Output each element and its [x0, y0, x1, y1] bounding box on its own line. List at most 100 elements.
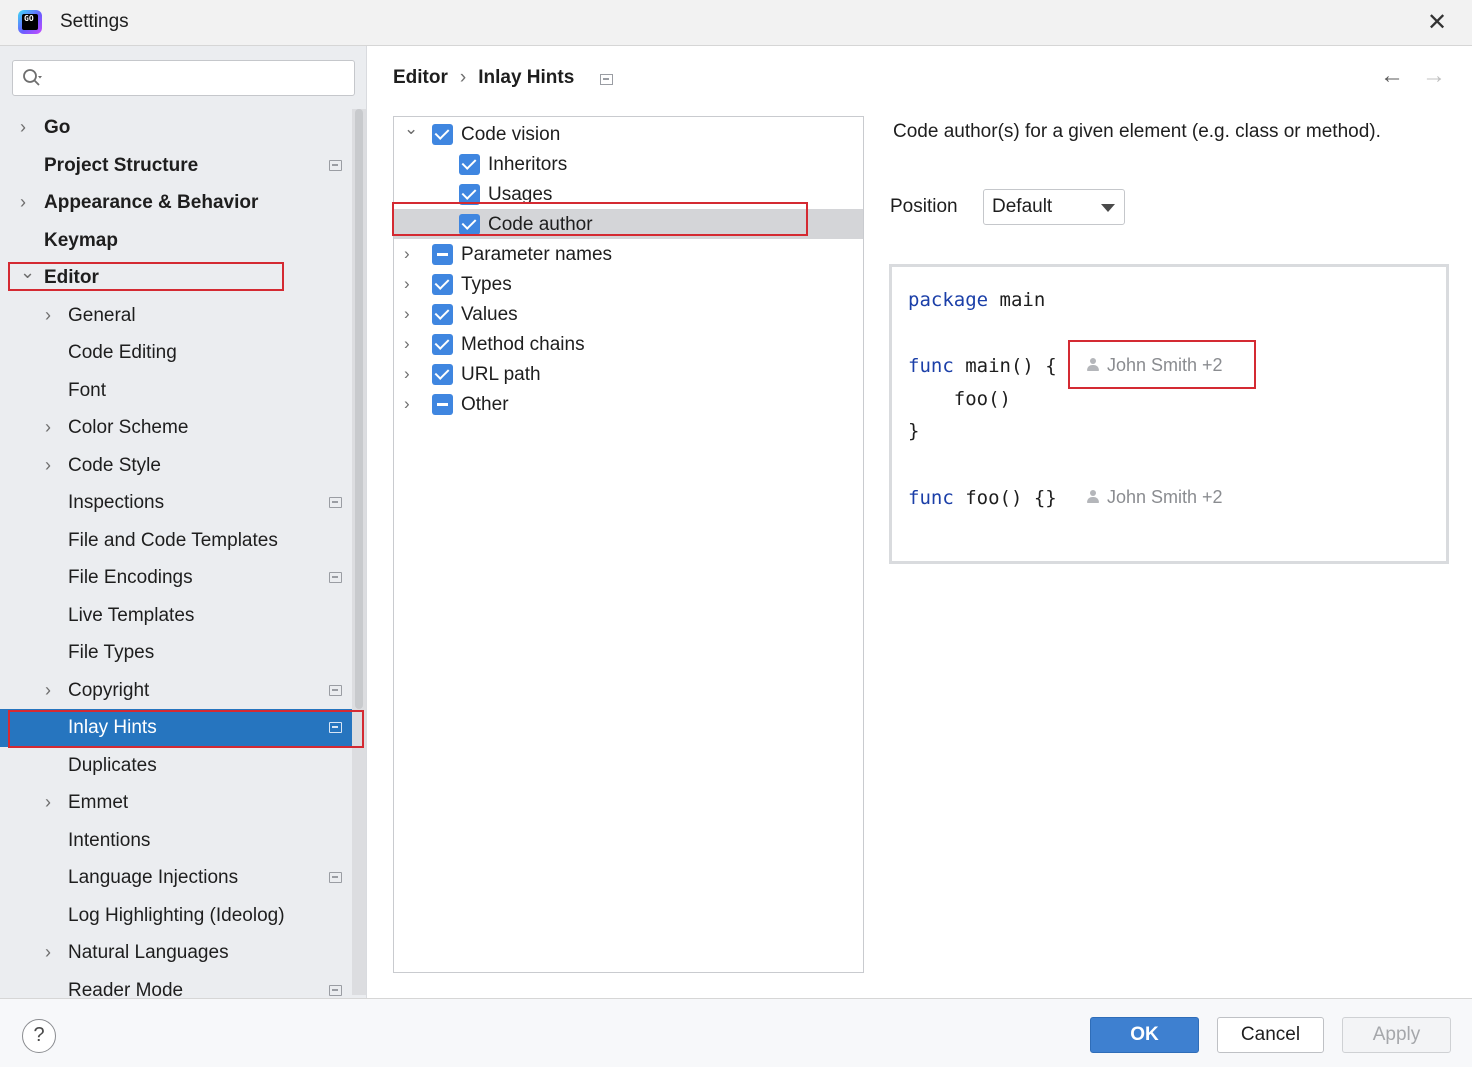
hint-item-inheritors[interactable]: Inheritors	[394, 149, 863, 179]
sidebar-item-project-structure[interactable]: Project Structure	[0, 147, 352, 185]
scrollbar-thumb[interactable]	[355, 109, 363, 709]
sidebar-item-file-types[interactable]: File Types	[0, 634, 352, 672]
checkbox-checked[interactable]	[432, 274, 453, 295]
hint-item-url-path[interactable]: › URL path	[394, 359, 863, 389]
apply-button[interactable]: Apply	[1342, 1017, 1451, 1053]
code-author-hint[interactable]: John Smith +2	[1087, 355, 1223, 376]
breadcrumb-parent[interactable]: Editor	[393, 67, 448, 89]
chevron-right-icon[interactable]: ›	[20, 184, 34, 222]
checkbox-checked[interactable]	[459, 184, 480, 205]
chevron-right-icon[interactable]: ›	[45, 784, 59, 822]
sidebar-item-editor[interactable]: ⌄ Editor	[0, 259, 352, 297]
sidebar-item-code-editing[interactable]: Code Editing	[0, 334, 352, 372]
sidebar-item-label: Editor	[44, 267, 99, 288]
settings-sidebar: › Go Project Structure › Appearance & Behavi…	[0, 46, 367, 998]
sidebar-scrollbar[interactable]	[352, 109, 366, 995]
chevron-right-icon[interactable]: ›	[45, 447, 59, 485]
chevron-right-icon[interactable]: ›	[404, 359, 420, 389]
chevron-right-icon[interactable]: ›	[45, 934, 59, 972]
hint-item-parameter-names[interactable]: › Parameter names	[394, 239, 863, 269]
sidebar-item-reader-mode[interactable]: Reader Mode	[0, 972, 352, 999]
help-button[interactable]: ?	[22, 1019, 56, 1053]
sidebar-item-copyright[interactable]: › Copyright	[0, 672, 352, 710]
sidebar-item-log-highlighting-ideolog[interactable]: Log Highlighting (Ideolog)	[0, 897, 352, 935]
sidebar-item-label: Font	[68, 379, 107, 401]
chevron-right-icon[interactable]: ›	[404, 329, 420, 359]
checkbox-checked[interactable]	[432, 334, 453, 355]
hint-item-other[interactable]: › Other	[394, 389, 863, 419]
dialog-footer: ? OK Cancel Apply	[0, 998, 1472, 1067]
checkbox-partial[interactable]	[432, 394, 453, 415]
sidebar-item-live-templates[interactable]: Live Templates	[0, 597, 352, 635]
checkbox-checked[interactable]	[432, 124, 453, 145]
sidebar-item-label: Color Scheme	[68, 417, 189, 438]
title-bar: GO Settings ✕	[0, 0, 1472, 46]
sidebar-item-inlay-hints[interactable]: Inlay Hints	[0, 709, 366, 747]
chevron-right-icon[interactable]: ›	[45, 297, 59, 335]
sidebar-item-natural-languages[interactable]: › Natural Languages	[0, 934, 352, 972]
hint-item-code-vision[interactable]: ⌄ Code vision	[394, 119, 863, 149]
hint-item-values[interactable]: › Values	[394, 299, 863, 329]
chevron-down-icon[interactable]: ⌄	[404, 117, 420, 144]
project-level-icon	[329, 984, 342, 996]
sidebar-item-code-style[interactable]: › Code Style	[0, 447, 352, 485]
sidebar-item-duplicates[interactable]: Duplicates	[0, 747, 352, 785]
hint-item-label: Types	[461, 274, 512, 295]
sidebar-item-emmet[interactable]: › Emmet	[0, 784, 352, 822]
sidebar-item-go[interactable]: › Go	[0, 109, 352, 147]
code-author-hint[interactable]: John Smith +2	[1087, 487, 1223, 508]
hint-text: John Smith +2	[1107, 355, 1223, 375]
project-level-icon	[329, 722, 342, 733]
hint-item-types[interactable]: › Types	[394, 269, 863, 299]
checkbox-checked[interactable]	[432, 364, 453, 385]
sidebar-item-file-encodings[interactable]: File Encodings	[0, 559, 352, 597]
position-dropdown[interactable]: Default	[983, 189, 1125, 225]
cancel-button[interactable]: Cancel	[1217, 1017, 1324, 1053]
hint-item-label: Usages	[488, 184, 553, 205]
sidebar-item-general[interactable]: › General	[0, 297, 352, 335]
sidebar-item-inspections[interactable]: Inspections	[0, 484, 352, 522]
hint-item-usages[interactable]: Usages	[394, 179, 863, 209]
sidebar-item-label: Project Structure	[44, 154, 199, 176]
search-field[interactable]	[12, 60, 355, 96]
code-text: foo() {}	[953, 487, 1057, 509]
checkbox-checked[interactable]	[432, 304, 453, 325]
checkbox-checked[interactable]	[459, 154, 480, 175]
sidebar-item-label: Code Editing	[68, 342, 177, 363]
sidebar-item-label: Reader Mode	[68, 979, 184, 999]
position-value: Default	[992, 196, 1053, 217]
hint-description: Code author(s) for a given element (e.g.…	[893, 121, 1381, 142]
checkbox-checked[interactable]	[459, 214, 480, 235]
chevron-down-icon[interactable]: ⌄	[20, 254, 35, 292]
hint-item-label: Other	[461, 394, 509, 415]
sidebar-item-language-injections[interactable]: Language Injections	[0, 859, 352, 897]
sidebar-item-intentions[interactable]: Intentions	[0, 822, 352, 860]
back-arrow-icon[interactable]: ←	[1380, 62, 1404, 90]
code-preview: package main func main() { John Smith +2…	[889, 264, 1449, 564]
ok-button[interactable]: OK	[1090, 1017, 1199, 1053]
sidebar-item-keymap[interactable]: Keymap	[0, 222, 352, 260]
search-input[interactable]	[53, 65, 343, 91]
sidebar-item-font[interactable]: Font	[0, 372, 352, 410]
chevron-right-icon[interactable]: ›	[45, 409, 59, 447]
settings-tree: › Go Project Structure › Appearance & Behavi…	[0, 109, 366, 999]
person-icon	[1087, 358, 1099, 372]
checkbox-partial[interactable]	[432, 244, 453, 265]
chevron-right-icon[interactable]: ›	[404, 299, 420, 329]
sidebar-item-appearance-behavior[interactable]: › Appearance & Behavior	[0, 184, 352, 222]
hint-item-code-author[interactable]: Code author	[394, 209, 863, 239]
forward-arrow-icon[interactable]: →	[1422, 62, 1446, 90]
sidebar-item-label: Log Highlighting (Ideolog)	[68, 904, 285, 926]
person-icon	[1087, 490, 1099, 504]
sidebar-item-label: Keymap	[44, 229, 118, 251]
sidebar-item-color-scheme[interactable]: › Color Scheme	[0, 409, 352, 447]
chevron-right-icon[interactable]: ›	[45, 672, 59, 710]
chevron-right-icon[interactable]: ›	[404, 239, 420, 269]
sidebar-item-file-and-code-templates[interactable]: File and Code Templates	[0, 522, 352, 560]
chevron-right-icon[interactable]: ›	[404, 269, 420, 299]
chevron-right-icon[interactable]: ›	[20, 109, 34, 147]
sidebar-item-label: File Types	[68, 642, 155, 663]
hint-item-method-chains[interactable]: › Method chains	[394, 329, 863, 359]
chevron-right-icon[interactable]: ›	[404, 389, 420, 419]
close-icon[interactable]: ✕	[1424, 10, 1450, 36]
